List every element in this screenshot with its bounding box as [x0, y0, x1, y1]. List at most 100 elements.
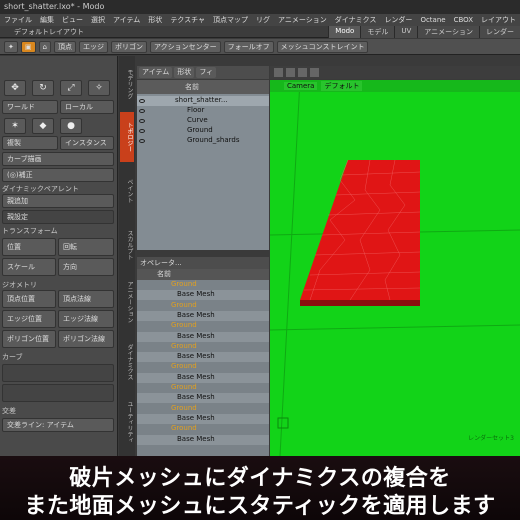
tab-items[interactable]: アイテム — [139, 67, 173, 78]
menu-item[interactable]: テクスチャ — [166, 15, 209, 25]
edge-button[interactable]: エッジ — [78, 40, 108, 53]
curve-slot-1[interactable] — [2, 364, 114, 382]
menu-item[interactable]: ビュー — [58, 15, 87, 25]
edge-pos-button[interactable]: エッジ位置 — [2, 310, 56, 328]
vtab-utility[interactable]: ユーティリティ — [120, 394, 134, 450]
rotate-button[interactable]: 回転 — [58, 238, 114, 256]
menu-item[interactable]: リグ — [252, 15, 274, 25]
position-button[interactable]: 位置 — [2, 238, 56, 256]
snap-icon[interactable]: ✶ — [4, 118, 26, 134]
menu-item[interactable]: レイアウト — [477, 15, 520, 25]
relation-button[interactable]: 親設定 — [2, 210, 114, 224]
shattered-ground-mesh[interactable] — [300, 160, 420, 300]
poly-normal-button[interactable]: ポリゴン法線 — [58, 330, 114, 348]
eye-icon[interactable] — [139, 99, 145, 103]
operator-group-row[interactable]: Ground — [137, 301, 269, 311]
menu-item[interactable]: ファイル — [0, 15, 36, 25]
scale-icon[interactable]: ⤢ — [60, 80, 82, 96]
eye-icon[interactable] — [139, 129, 145, 133]
layout-label[interactable]: デフォルトレイアウト — [0, 27, 84, 37]
operator-panel-header[interactable]: オペレータ... — [137, 257, 269, 269]
tab-animation[interactable]: アニメーション — [417, 26, 479, 38]
duplicate-button[interactable]: 複製 — [2, 136, 58, 150]
instance-button[interactable]: インスタンス — [60, 136, 114, 150]
vertex-button[interactable]: 頂点 — [53, 40, 76, 53]
3d-viewport[interactable] — [269, 79, 520, 457]
rotate-icon[interactable]: ↻ — [32, 80, 54, 96]
operator-group-row[interactable]: Ground — [137, 342, 269, 352]
menu-item[interactable]: 頂点マップ — [209, 15, 252, 25]
operator-mesh-row[interactable]: Base Mesh — [137, 434, 269, 445]
item-mode-icon[interactable]: ▣ — [20, 40, 36, 53]
operator-group-row[interactable]: Ground — [137, 362, 269, 372]
viewport-tool-icon[interactable] — [274, 68, 283, 77]
tab-shading[interactable]: 形状 — [174, 67, 195, 78]
vtab-animation[interactable]: アニメーション — [120, 274, 134, 330]
menu-item[interactable]: ダイナミクス — [331, 15, 381, 25]
eye-icon[interactable] — [139, 109, 145, 113]
intersect-item-button[interactable]: 交差ライン: アイテム — [2, 418, 114, 432]
edge-normal-button[interactable]: エッジ法線 — [58, 310, 114, 328]
operator-group-row[interactable]: Ground — [137, 424, 269, 434]
vtab-paint[interactable]: ペイント — [120, 166, 134, 216]
curve-slot-2[interactable] — [2, 384, 114, 402]
viewport-tool-icon[interactable] — [310, 68, 319, 77]
curve-draw-button[interactable]: カーブ描画 — [2, 152, 114, 166]
workplane-icon[interactable]: ◆ — [32, 118, 54, 134]
menu-item[interactable]: アニメーション — [274, 15, 331, 25]
poly-pos-button[interactable]: ポリゴン位置 — [2, 330, 56, 348]
menu-item[interactable]: アイテム — [109, 15, 144, 25]
transform-icon[interactable]: ✧ — [88, 80, 110, 96]
polygon-button[interactable]: ポリゴン — [110, 40, 147, 53]
action-center-button[interactable]: アクションセンター — [149, 40, 221, 53]
select-icon[interactable]: ✦ — [4, 40, 18, 53]
operator-mesh-row[interactable]: Base Mesh — [137, 290, 269, 301]
operator-group-row[interactable]: Ground — [137, 280, 269, 290]
direction-button[interactable]: 方向 — [58, 258, 114, 276]
tab-uv[interactable]: UV — [394, 26, 418, 38]
operator-mesh-row[interactable]: Base Mesh — [137, 393, 269, 404]
correct-button[interactable]: (◎)補正 — [2, 168, 114, 182]
mesh-constraint-button[interactable]: メッシュコンストレイント — [276, 40, 369, 53]
item-list-row[interactable]: Ground — [137, 126, 269, 136]
tab-model[interactable]: モデル — [360, 26, 395, 38]
vertex-pos-button[interactable]: 頂点位置 — [2, 290, 56, 308]
lock-icon[interactable]: ⌂ — [38, 40, 51, 53]
operator-mesh-row[interactable]: Base Mesh — [137, 372, 269, 383]
menu-item[interactable]: 選択 — [87, 15, 109, 25]
menu-item[interactable]: CBOX — [450, 16, 477, 24]
vtab-sculpt[interactable]: スカルプト — [120, 220, 134, 270]
operator-mesh-row[interactable]: Base Mesh — [137, 352, 269, 363]
menu-item[interactable]: レンダー — [380, 15, 416, 25]
operator-group-row[interactable]: Ground — [137, 404, 269, 414]
item-list-row[interactable]: Ground_shards — [137, 136, 269, 146]
spheres-icon[interactable]: ● — [60, 118, 82, 134]
operator-mesh-row[interactable]: Base Mesh — [137, 331, 269, 342]
tab-filter[interactable]: フィ — [196, 67, 217, 78]
local-button[interactable]: ローカル — [60, 100, 114, 114]
viewport-tool-icon[interactable] — [298, 68, 307, 77]
world-button[interactable]: ワールド — [2, 100, 58, 114]
tab-modo[interactable]: Modo — [328, 26, 361, 38]
vtab-topology[interactable]: トポロジー — [120, 112, 134, 162]
add-parent-button[interactable]: 親追加 — [2, 194, 114, 208]
menu-item[interactable]: Octane — [416, 16, 449, 24]
vtab-modeling[interactable]: モデリング — [120, 60, 134, 108]
item-list-row[interactable]: Curve — [137, 116, 269, 126]
item-list-row[interactable]: short_shatter... — [137, 96, 269, 106]
vertex-normal-button[interactable]: 頂点法線 — [58, 290, 114, 308]
vtab-dynamics[interactable]: ダイナミクス — [120, 334, 134, 390]
viewport-tool-icon[interactable] — [286, 68, 295, 77]
operator-group-row[interactable]: Ground — [137, 383, 269, 393]
menu-item[interactable]: 編集 — [36, 15, 58, 25]
eye-icon[interactable] — [139, 119, 145, 123]
shading-dropdown[interactable]: デフォルト — [321, 81, 363, 91]
camera-dropdown[interactable]: Camera — [284, 82, 318, 90]
move-icon[interactable]: ✥ — [4, 80, 26, 96]
eye-icon[interactable] — [139, 139, 145, 143]
falloff-button[interactable]: フォールオフ — [223, 40, 274, 53]
menu-item[interactable]: 形状 — [144, 15, 166, 25]
operator-group-row[interactable]: Ground — [137, 321, 269, 331]
operator-mesh-row[interactable]: Base Mesh — [137, 310, 269, 321]
tab-render[interactable]: レンダー — [479, 26, 520, 38]
